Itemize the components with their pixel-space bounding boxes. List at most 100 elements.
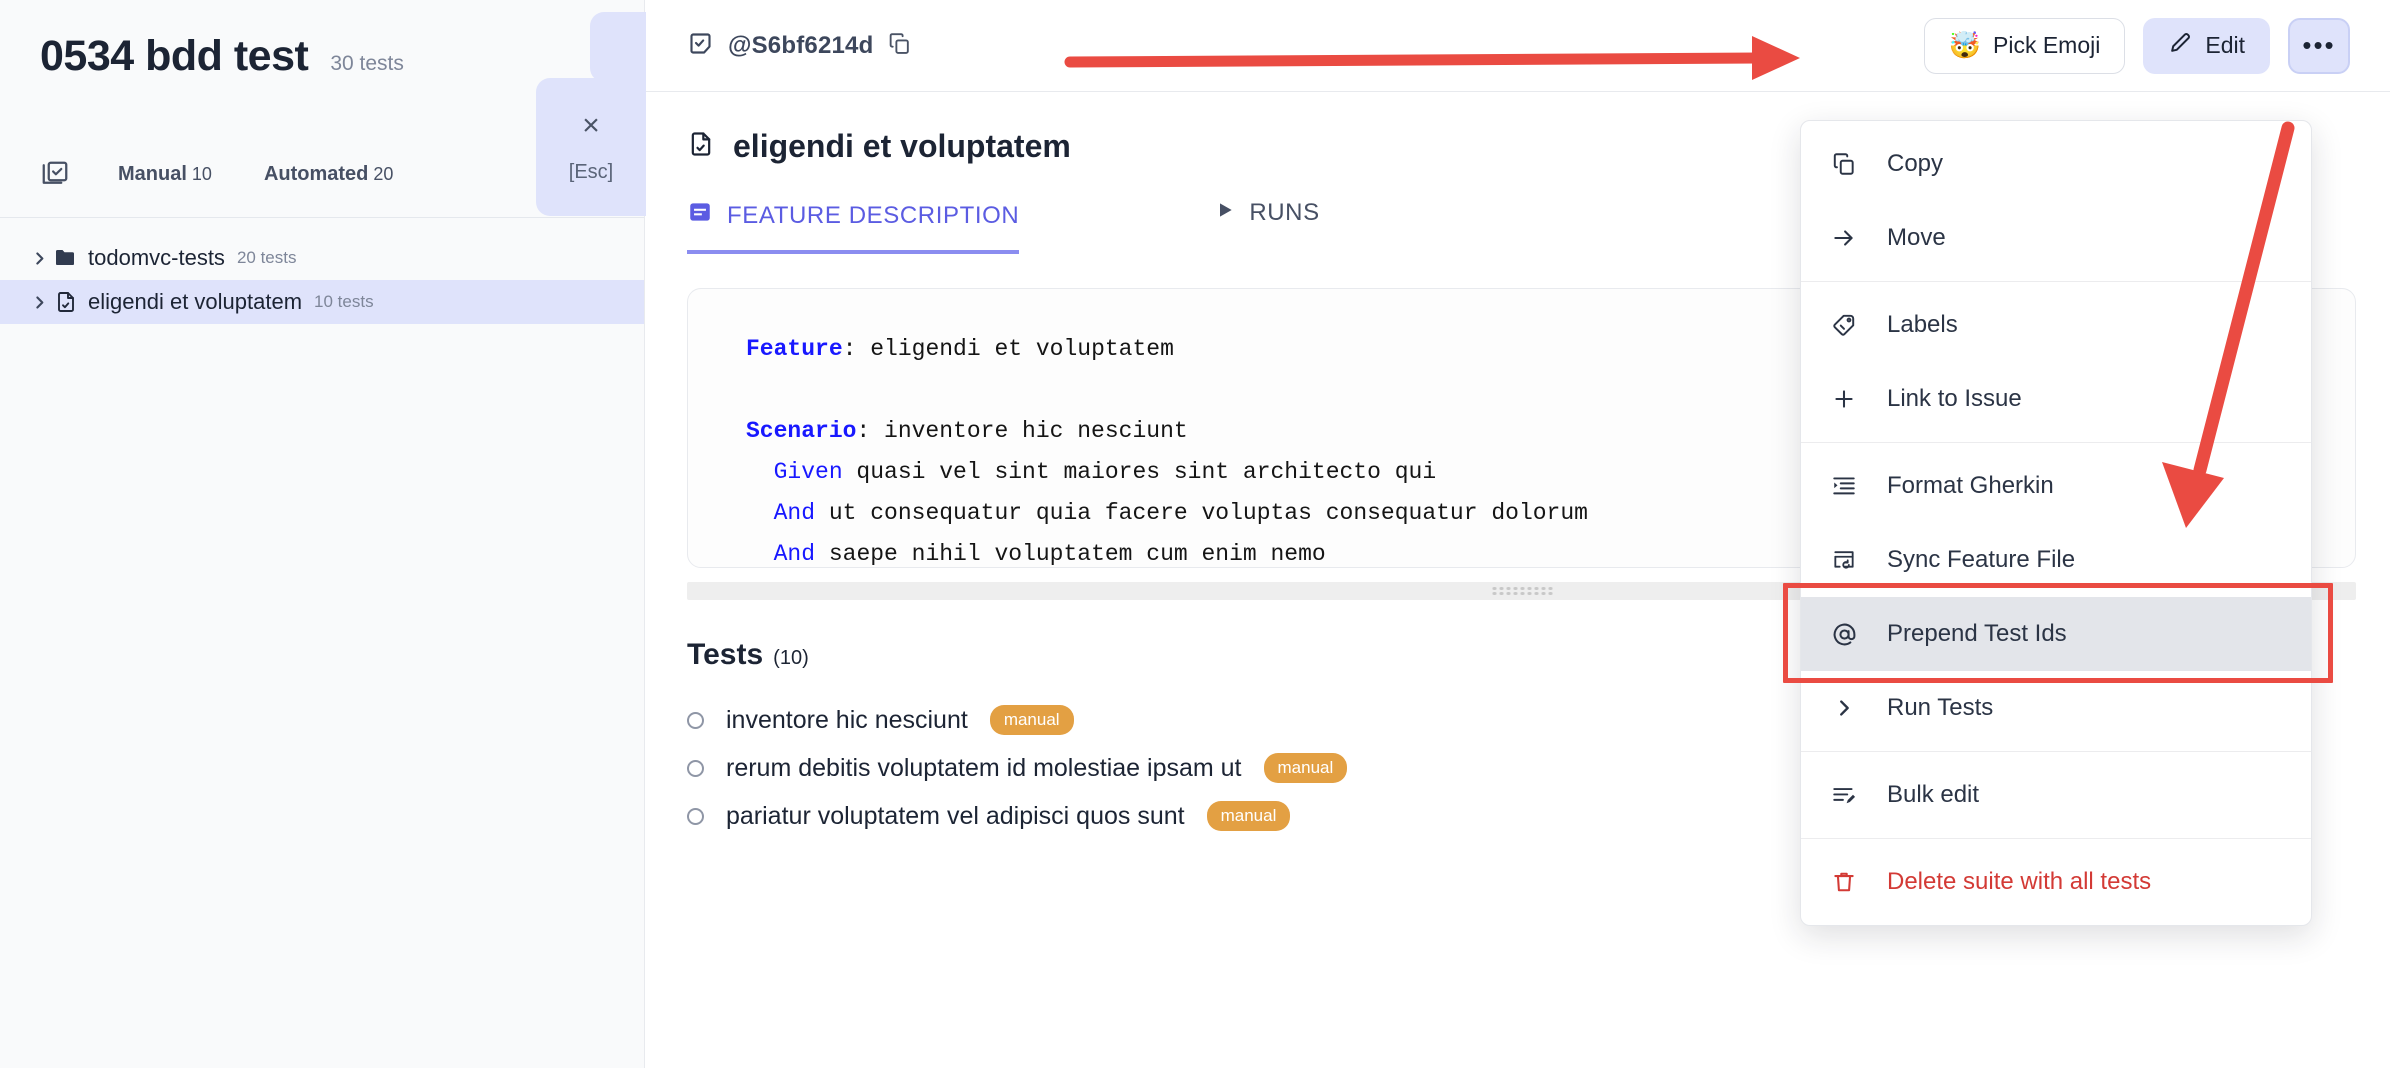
- copy-icon[interactable]: [887, 31, 912, 61]
- close-icon[interactable]: ×: [582, 110, 600, 141]
- format-indent-icon: [1829, 473, 1859, 499]
- chevron-right-icon[interactable]: [24, 250, 54, 267]
- suite-sidebar: 0534 bdd test 30 tests Manual 10 Automate…: [0, 0, 646, 1068]
- menu-item-labels[interactable]: Labels: [1801, 288, 2311, 362]
- menu-item-label: Sync Feature File: [1887, 546, 2076, 573]
- menu-item-bulk-edit[interactable]: Bulk edit: [1801, 758, 2311, 832]
- trash-icon: [1829, 869, 1859, 895]
- page-title: 0534 bdd test: [40, 32, 309, 80]
- edit-button[interactable]: Edit: [2143, 17, 2270, 74]
- menu-item-label: Run Tests: [1887, 694, 1994, 721]
- sidebar-header: 0534 bdd test 30 tests: [0, 0, 644, 79]
- tab-manual-label: Manual: [118, 162, 187, 185]
- tab-automated-count: 20: [373, 163, 394, 184]
- menu-item-label: Prepend Test Ids: [1887, 620, 2067, 647]
- menu-item-label: Format Gherkin: [1887, 472, 2054, 499]
- tab-manual[interactable]: Manual 10: [118, 163, 212, 186]
- feature-title: eligendi et voluptatem: [733, 128, 1071, 164]
- gherkin-keyword: Feature: [746, 336, 843, 362]
- menu-item-delete-suite[interactable]: Delete suite with all tests: [1801, 845, 2311, 919]
- chevron-right-icon: [1829, 697, 1859, 719]
- tree-item-label: eligendi et voluptatem: [88, 289, 303, 315]
- file-check-icon: [54, 290, 88, 314]
- sync-file-icon: [1829, 547, 1859, 573]
- menu-item-format-gherkin[interactable]: Format Gherkin: [1801, 449, 2311, 523]
- status-circle-icon: [687, 807, 704, 825]
- copy-icon: [1829, 151, 1859, 177]
- description-icon: [687, 199, 713, 232]
- detail-panel: @S6bf6214d 🤯 Pick Emoji Edit ••• eligend…: [645, 0, 2390, 1068]
- suite-id-text: @S6bf6214d: [728, 31, 874, 59]
- test-name: inventore hic nesciunt: [726, 705, 968, 734]
- tree-item-label: todomvc-tests: [88, 245, 225, 271]
- tab-automated[interactable]: Automated 20: [264, 163, 393, 186]
- ellipsis-icon: •••: [2302, 30, 2336, 61]
- detail-topbar: @S6bf6214d 🤯 Pick Emoji Edit •••: [645, 0, 2390, 92]
- tree-item-count: 10 tests: [314, 292, 374, 312]
- pick-emoji-button[interactable]: 🤯 Pick Emoji: [1923, 17, 2126, 74]
- menu-item-prepend-test-ids-wrapper: Prepend Test Ids: [1783, 583, 2333, 683]
- menu-separator: [1801, 751, 2311, 752]
- exploding-head-emoji-icon: 🤯: [1948, 30, 1981, 60]
- at-sign-icon: [1829, 621, 1859, 648]
- menu-separator: [1801, 838, 2311, 839]
- play-icon: [1215, 199, 1235, 227]
- menu-item-link-to-issue[interactable]: Link to Issue: [1801, 362, 2311, 436]
- menu-item-label: Delete suite with all tests: [1887, 868, 2152, 895]
- test-name: rerum debitis voluptatem id molestiae ip…: [726, 753, 1242, 782]
- tests-heading: Tests: [687, 638, 764, 671]
- menu-separator: [1801, 281, 2311, 282]
- pencil-icon: [2168, 30, 2193, 61]
- gherkin-keyword: Given: [773, 459, 843, 485]
- status-circle-icon: [687, 759, 704, 777]
- tree-item-todomvc-tests[interactable]: todomvc-tests 20 tests: [0, 236, 644, 280]
- gherkin-keyword: And: [773, 541, 816, 567]
- edit-label: Edit: [2205, 32, 2245, 58]
- chevron-right-icon[interactable]: [24, 294, 54, 311]
- test-name: pariatur voluptatem vel adipisci quos su…: [726, 801, 1185, 830]
- folder-icon: [54, 246, 88, 270]
- app-root: 0534 bdd test 30 tests Manual 10 Automate…: [0, 0, 2390, 1068]
- close-panel-button[interactable]: × [Esc]: [536, 78, 646, 216]
- menu-item-label: Move: [1887, 224, 1946, 251]
- status-badge: manual: [1206, 801, 1291, 831]
- gherkin-keyword: And: [773, 500, 816, 526]
- pick-emoji-label: Pick Emoji: [1993, 32, 2101, 58]
- suite-id-group: @S6bf6214d: [687, 30, 912, 62]
- tag-icon: [1829, 312, 1859, 338]
- checklist-icon: [40, 159, 70, 189]
- plus-icon: [1829, 386, 1859, 412]
- resize-grip-icon: [1490, 586, 1553, 596]
- tree-item-count: 20 tests: [236, 248, 297, 268]
- suite-title-row: 0534 bdd test 30 tests: [40, 32, 604, 80]
- menu-item-copy[interactable]: Copy: [1801, 127, 2311, 201]
- status-badge: manual: [989, 705, 1074, 735]
- suite-tree: todomvc-tests 20 tests eligendi et volup…: [0, 218, 644, 325]
- list-edit-icon: [1829, 782, 1859, 808]
- arrow-right-icon: [1829, 225, 1859, 251]
- menu-item-move[interactable]: Move: [1801, 201, 2311, 275]
- menu-item-sync-feature-file[interactable]: Sync Feature File: [1801, 523, 2311, 597]
- status-badge: manual: [1263, 753, 1348, 783]
- more-actions-button[interactable]: •••: [2288, 17, 2350, 74]
- tab-feature-description[interactable]: FEATURE DESCRIPTION: [687, 199, 1020, 254]
- tests-count: (10): [773, 647, 809, 669]
- tab-feature-description-label: FEATURE DESCRIPTION: [727, 201, 1020, 229]
- menu-item-label: Copy: [1887, 150, 1944, 177]
- menu-item-label: Labels: [1887, 311, 1958, 338]
- tree-item-eligendi-et-voluptatem[interactable]: eligendi et voluptatem 10 tests: [0, 280, 644, 325]
- esc-key-hint: [Esc]: [568, 160, 614, 183]
- topbar-actions: 🤯 Pick Emoji Edit •••: [1923, 17, 2350, 74]
- tab-runs-label: RUNS: [1249, 199, 1320, 226]
- menu-item-label: Bulk edit: [1887, 781, 1980, 808]
- status-circle-icon: [687, 711, 704, 729]
- menu-item-prepend-test-ids[interactable]: Prepend Test Ids: [1801, 597, 2311, 671]
- gherkin-keyword: Scenario: [746, 418, 857, 444]
- menu-item-run-tests[interactable]: Run Tests: [1801, 671, 2311, 745]
- tab-manual-count: 10: [191, 163, 212, 184]
- suite-test-count: 30 tests: [330, 52, 404, 75]
- more-actions-menu: Copy Move Labels Link to Issue Format Gh…: [1783, 120, 2333, 926]
- test-case-icon: [687, 30, 714, 62]
- tab-runs[interactable]: RUNS: [1215, 199, 1319, 245]
- menu-separator: [1801, 442, 2311, 443]
